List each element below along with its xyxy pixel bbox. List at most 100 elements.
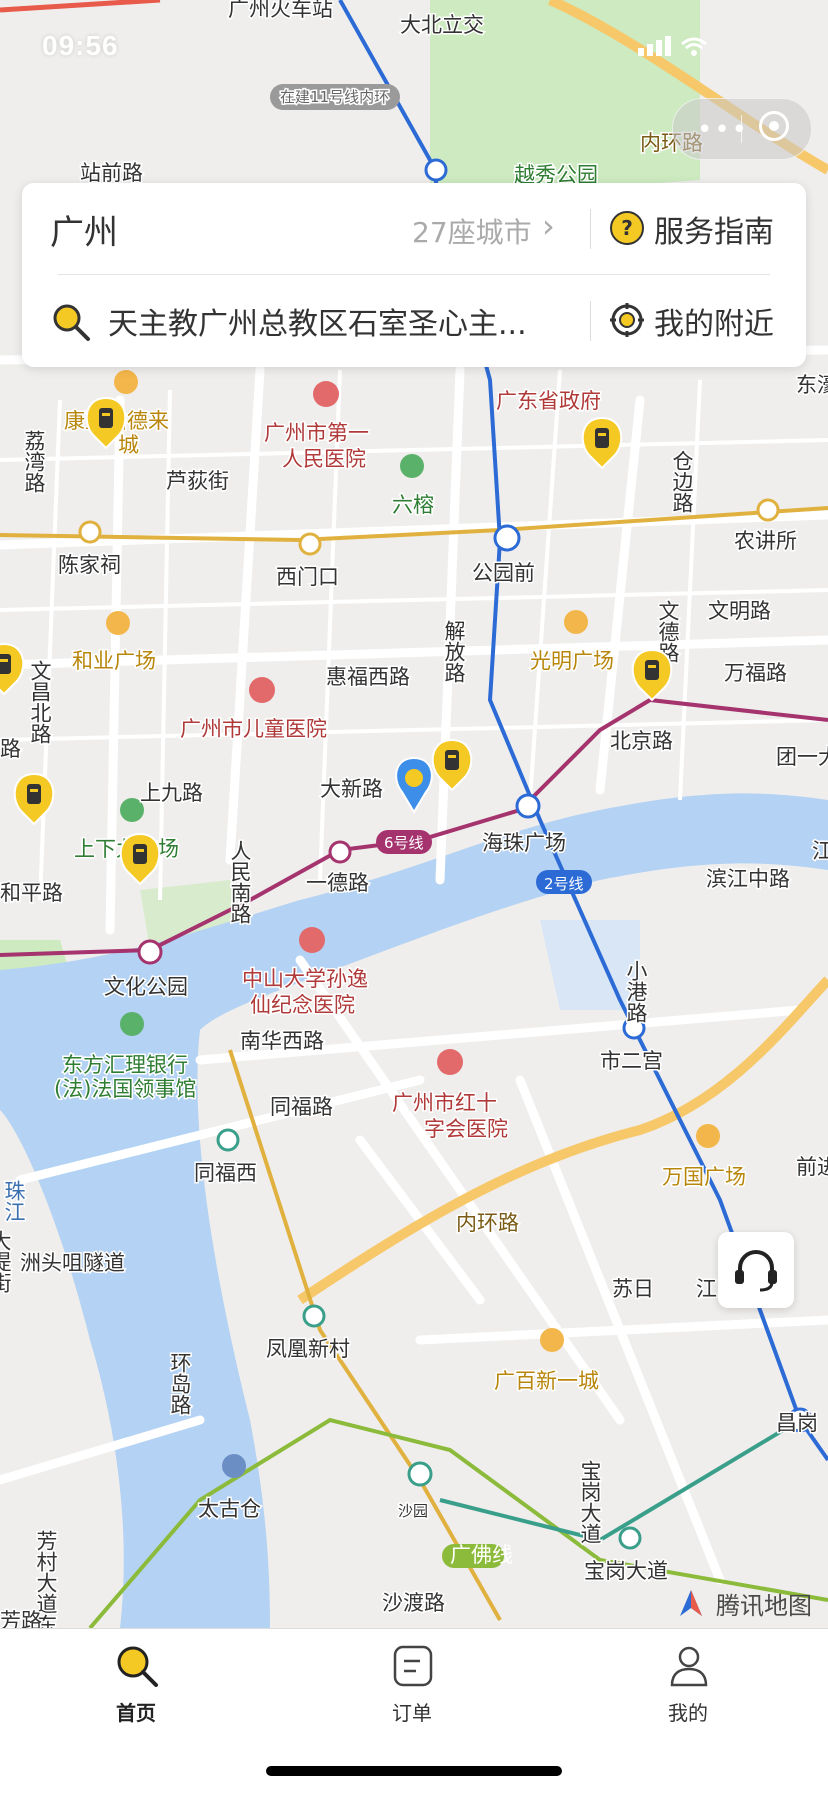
map-label: 宝岗大道 (584, 1559, 668, 1583)
nearby-button[interactable]: 我的附近 (654, 299, 774, 343)
map-label: 惠福西路 (326, 665, 410, 689)
tencent-map-logo-icon (680, 1590, 702, 1616)
map-label: 字会医院 (424, 1117, 508, 1141)
search-card: 广州 27座城市 › ? 服务指南 天主教广州总教区石室圣心主... 我的附近 (22, 183, 806, 367)
map-label: 荔湾路 (22, 430, 46, 493)
map-label: 人民南路 (228, 840, 252, 924)
map-label: 芳路 (0, 1609, 42, 1628)
search-icon (117, 1646, 158, 1687)
map-label: 站前路 (80, 161, 143, 185)
map-label: 西门口 (276, 565, 339, 589)
map-label: 昌岗 (776, 1411, 818, 1435)
tab-home[interactable]: 首页 (46, 1639, 226, 1749)
map-label: 中山大学孙逸 (242, 967, 368, 991)
map-label: 同福路 (270, 1095, 333, 1119)
city-name[interactable]: 广州 (50, 205, 118, 254)
map-label: 沙渡路 (382, 1591, 445, 1615)
map-label: 公园前 (472, 561, 535, 585)
service-guide-button[interactable]: 服务指南 (654, 207, 774, 251)
map-attribution: 腾讯地图 (676, 1584, 826, 1620)
map-brand-text: 腾讯地图 (716, 1592, 812, 1620)
map-label: 广州市儿童医院 (180, 717, 327, 741)
map-label: 光明广场 (530, 649, 614, 673)
map-label: 苏日 (612, 1277, 654, 1301)
divider (590, 301, 591, 341)
map-label: 广东省政府 (496, 389, 601, 413)
map-label: 大堤街 (0, 1230, 12, 1293)
map-label: 洲头咀隧道 (20, 1251, 125, 1275)
map-label: 宝岗大道 (578, 1460, 602, 1544)
tab-orders[interactable]: 订单 (322, 1639, 502, 1749)
map-label: 东方汇理银行 (62, 1053, 188, 1077)
map-label: 和平路 (0, 881, 63, 905)
map-label: 广佛线 (450, 1543, 513, 1567)
map-label: 路 (0, 737, 21, 761)
city-row: 广州 27座城市 › ? 服务指南 (22, 183, 806, 275)
map-label: 在建11号线内环 (280, 88, 389, 106)
map-label: 仙纪念医院 (250, 993, 355, 1017)
map-label: 大新路 (320, 777, 383, 801)
locate-icon[interactable] (610, 303, 644, 337)
map-label: 解放路 (442, 620, 466, 683)
map-label: 珠江 (2, 1180, 26, 1222)
signal-icon (638, 36, 707, 56)
map-label: 沙园 (398, 1502, 428, 1520)
map-label: 南华西路 (240, 1029, 324, 1053)
map-label: 上九路 (140, 781, 203, 805)
map-label: 前进 (796, 1155, 828, 1179)
divider (590, 209, 591, 249)
map-label: 团一大 (776, 745, 828, 769)
home-indicator[interactable] (266, 1766, 562, 1776)
map-label: 万福路 (724, 661, 787, 685)
map-label: 文化公园 (104, 975, 188, 999)
search-row: 天主教广州总教区石室圣心主... 我的附近 (22, 275, 806, 367)
map-label: 农讲所 (734, 529, 797, 553)
map-label: 一德路 (306, 871, 369, 895)
map-label: 陈家祠 (58, 553, 121, 577)
status-bar: 09:56 (0, 0, 828, 88)
map-label: 东濠 (796, 373, 828, 397)
map-label: 凤凰新村 (266, 1337, 350, 1361)
map-label: 市二宫 (600, 1049, 663, 1073)
map-label: 江 (696, 1277, 717, 1301)
map-label: 仓边路 (670, 450, 694, 513)
tab-orders-label: 订单 (392, 1701, 432, 1725)
map-label: 文明路 (708, 599, 771, 623)
map-label: 广州市第一 (264, 421, 369, 445)
map-label: 6号线 (384, 834, 424, 852)
map-label: (法)法国领事馆 (54, 1077, 196, 1101)
profile-icon (670, 1646, 708, 1687)
map-label: 万国广场 (662, 1165, 746, 1189)
map-label: 环岛路 (168, 1352, 192, 1415)
miniprogram-capsule[interactable]: ••• (672, 98, 812, 160)
map-label: 和业广场 (72, 649, 156, 673)
map-label: 广州市红十 (392, 1091, 497, 1115)
question-icon[interactable]: ? (610, 211, 644, 245)
map-label: 六榕 (392, 493, 434, 517)
search-input[interactable]: 天主教广州总教区石室圣心主... (108, 299, 578, 343)
close-miniprogram-icon[interactable] (759, 111, 789, 141)
map-label: 芦荻街 (166, 469, 229, 493)
map-label: 内环路 (456, 1211, 519, 1235)
tab-profile-label: 我的 (668, 1701, 708, 1725)
map-label: 广百新一城 (494, 1369, 599, 1393)
customer-service-button[interactable] (718, 1232, 794, 1308)
city-count-link[interactable]: 27座城市 (412, 211, 532, 251)
tab-profile[interactable]: 我的 (598, 1639, 778, 1749)
capsule-divider (741, 115, 742, 143)
map-label: 滨江中路 (706, 867, 790, 891)
status-time: 09:56 (42, 30, 119, 61)
map-label: 江 (812, 839, 828, 863)
map-label: 海珠广场 (482, 831, 566, 855)
map-label: 太古仓 (198, 1497, 261, 1521)
map-label: 人民医院 (282, 447, 366, 471)
map-label: 2号线 (544, 875, 584, 893)
map-label: 城 (118, 433, 139, 457)
map-label: 小港路 (624, 960, 648, 1023)
search-icon[interactable] (50, 301, 92, 343)
map-label: 文昌北路 (28, 660, 52, 744)
map-label: 同福西 (194, 1161, 257, 1185)
chevron-right-icon[interactable]: › (542, 207, 555, 245)
headset-icon (735, 1250, 777, 1292)
map-label: 北京路 (610, 729, 673, 753)
